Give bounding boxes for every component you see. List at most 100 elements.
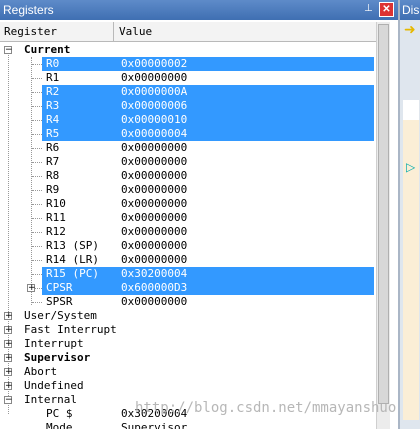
tree-node-group[interactable]: + User/System [0,309,374,323]
register-name: R12 [46,225,66,238]
register-value[interactable]: 0x00000000 [121,183,187,197]
disassembly-pane: Dis ➜ ▷ [398,0,420,429]
register-row[interactable]: R7 0x00000000 [0,155,374,169]
scrollbar-thumb[interactable] [378,24,389,404]
register-value[interactable]: 0x00000000 [121,253,187,267]
register-row[interactable]: SPSR 0x00000000 [0,295,374,309]
register-row[interactable]: + CPSR 0x600000D3 [0,281,374,295]
register-value[interactable]: 0x00000000 [121,295,187,309]
tree-branch-line [32,260,42,261]
tree-branch-line [32,274,42,275]
disassembly-title: Dis [400,0,420,20]
register-value[interactable]: 0x00000000 [121,71,187,85]
register-name: R5 [46,127,60,140]
register-name: R8 [46,169,60,182]
register-row[interactable]: R9 0x00000000 [0,183,374,197]
group-label: Undefined [24,379,84,392]
register-value[interactable]: 0x0000000A [121,85,187,99]
register-name: R15 (PC) [46,267,99,280]
close-icon[interactable]: ✕ [379,2,394,17]
register-name: R13 (SP) [46,239,99,252]
register-row[interactable]: R8 0x00000000 [0,169,374,183]
register-tree[interactable]: − Current R0 0x00000002 R1 0x00000000 R2 0x00… [0,43,374,429]
register-value[interactable]: 0x00000004 [121,127,187,141]
register-name: SPSR [46,295,73,308]
group-label: Interrupt [24,337,84,350]
expand-icon[interactable]: + [27,284,36,293]
register-value[interactable]: 0x00000000 [121,211,187,225]
selection-highlight [42,99,374,113]
window-title: Registers [3,3,54,17]
expand-icon[interactable]: + [4,354,13,363]
tree-node-group[interactable]: + Undefined [0,379,374,393]
register-name: R10 [46,197,66,210]
register-row[interactable]: R10 0x00000000 [0,197,374,211]
register-value[interactable]: 0x30200004 [121,267,187,281]
register-value[interactable]: 0x00000000 [121,141,187,155]
group-label: Abort [24,365,58,378]
register-row[interactable]: R4 0x00000010 [0,113,374,127]
register-row[interactable]: R1 0x00000000 [0,71,374,85]
expand-icon[interactable]: + [4,382,13,391]
group-label: Fast Interrupt [24,323,117,336]
register-name: R14 (LR) [46,253,99,266]
register-row[interactable]: R15 (PC) 0x30200004 [0,267,374,281]
expand-icon[interactable]: + [4,312,13,321]
collapse-icon[interactable]: − [4,396,13,405]
tree-branch-line [32,232,42,233]
tree-node-group[interactable]: + Supervisor [0,351,374,365]
register-name: R3 [46,99,60,112]
expand-icon[interactable]: + [4,368,13,377]
register-name: R9 [46,183,60,196]
tree-node-group[interactable]: + Interrupt [0,337,374,351]
selection-highlight [42,281,374,295]
expand-icon[interactable]: + [4,340,13,349]
register-name: R11 [46,211,66,224]
tree-node-group[interactable]: + Abort [0,365,374,379]
register-value[interactable]: 0x00000006 [121,99,187,113]
register-value[interactable]: 0x00000000 [121,239,187,253]
register-name: CPSR [46,281,73,294]
register-row[interactable]: R6 0x00000000 [0,141,374,155]
register-row[interactable]: R2 0x0000000A [0,85,374,99]
value-column-header[interactable]: Value [115,22,152,41]
register-row[interactable]: R12 0x00000000 [0,225,374,239]
tree-node-group[interactable]: + Fast Interrupt [0,323,374,337]
pin-icon[interactable]: ⊥ [361,2,376,17]
vertical-scrollbar[interactable] [376,22,390,429]
tree-node-current[interactable]: − Current [0,43,374,57]
register-row[interactable]: R13 (SP) 0x00000000 [0,239,374,253]
register-name: PC $ [46,407,73,420]
register-value[interactable]: 0x00000000 [121,197,187,211]
tree-branch-line [32,246,42,247]
register-value[interactable]: 0x00000000 [121,155,187,169]
register-row[interactable]: Mode Supervisor [0,421,374,429]
register-value[interactable]: 0x00000010 [121,113,187,127]
register-name: R1 [46,71,60,84]
tree-branch-line [32,204,42,205]
tree-branch-line [32,106,42,107]
tree-branch-line [32,78,42,79]
collapse-icon[interactable]: − [4,46,13,55]
group-label: Internal [24,393,77,406]
register-row[interactable]: R14 (LR) 0x00000000 [0,253,374,267]
register-row[interactable]: R5 0x00000004 [0,127,374,141]
register-column-header[interactable]: Register [0,22,114,41]
group-label: Supervisor [24,351,91,364]
register-value[interactable]: Supervisor [121,421,187,429]
register-row[interactable]: R11 0x00000000 [0,211,374,225]
register-value[interactable]: 0x00000000 [121,169,187,183]
register-value[interactable]: 0x00000002 [121,57,187,71]
register-row[interactable]: R3 0x00000006 [0,99,374,113]
register-value[interactable]: 0x00000000 [121,225,187,239]
tree-branch-line [32,92,42,93]
register-row[interactable]: R0 0x00000002 [0,57,374,71]
tree-branch-line [32,120,42,121]
expand-icon[interactable]: + [4,326,13,335]
tree-branch-line [32,190,42,191]
register-name: Mode [46,421,73,429]
breakpoint-marker-icon: ▷ [406,160,416,174]
register-value[interactable]: 0x600000D3 [121,281,187,295]
tree-branch-line [32,162,42,163]
tree-branch-line [32,134,42,135]
